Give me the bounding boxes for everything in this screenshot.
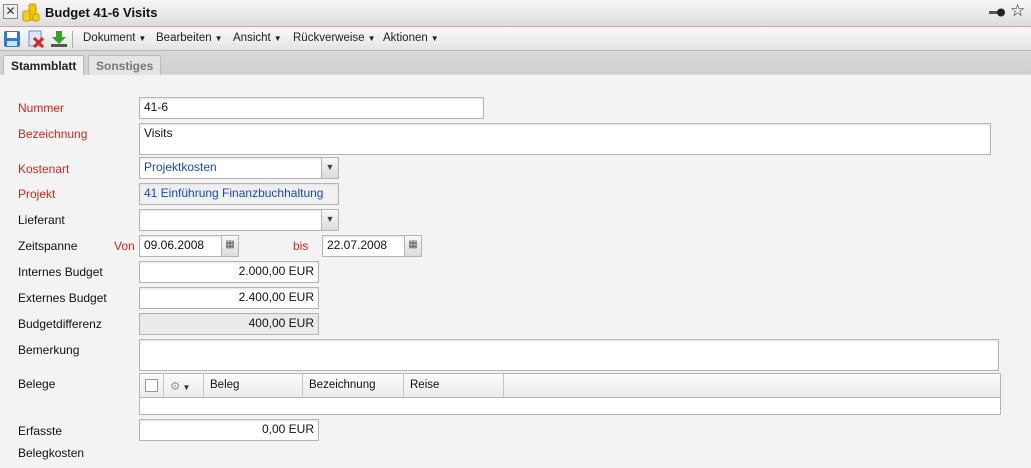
internes-budget-label: Internes Budget [18, 265, 103, 279]
calendar-icon[interactable]: ▦ [221, 236, 238, 256]
chevron-down-icon[interactable]: ▼ [321, 158, 338, 178]
menu-dokument[interactable]: Dokument ▼ [83, 32, 146, 44]
budgetdifferenz-value: 400,00 EUR [139, 313, 319, 335]
menu-aktionen[interactable]: Aktionen ▼ [383, 32, 439, 44]
select-all-checkbox[interactable] [140, 374, 164, 397]
externes-budget-input[interactable]: 2.400,00 EUR [139, 287, 319, 309]
tab-sonstiges[interactable]: Sonstiges [88, 55, 162, 75]
save-icon[interactable] [3, 30, 21, 48]
menu-ansicht[interactable]: Ansicht ▼ [233, 32, 282, 44]
bezeichnung-input[interactable]: Visits [139, 123, 991, 155]
column-bezeichnung[interactable]: Bezeichnung [303, 374, 404, 397]
von-date-input[interactable]: 09.06.2008 ▦ [139, 235, 239, 257]
bezeichnung-label: Bezeichnung [18, 127, 88, 141]
tab-stammblatt[interactable]: Stammblatt [3, 55, 85, 75]
kostenart-select[interactable]: Projektkosten ▼ [139, 157, 339, 179]
column-beleg[interactable]: Beleg [204, 374, 303, 397]
menu-bearbeiten[interactable]: Bearbeiten ▼ [156, 32, 223, 44]
window-title: Budget 41-6 Visits [45, 5, 158, 20]
projekt-label: Projekt [18, 187, 56, 201]
menu-rueckverweise[interactable]: Rückverweise ▼ [293, 32, 376, 44]
lieferant-select[interactable]: ▼ [139, 209, 339, 231]
bis-date-input[interactable]: 22.07.2008 ▦ [322, 235, 422, 257]
belege-grid: ⚙ ▼ Beleg Bezeichnung Reise [139, 373, 1001, 415]
bemerkung-input[interactable] [139, 339, 999, 371]
pin-icon[interactable] [988, 4, 1006, 20]
grid-header: ⚙ ▼ Beleg Bezeichnung Reise [140, 374, 1000, 398]
von-label: Von [114, 239, 135, 253]
delete-document-icon[interactable] [27, 30, 45, 49]
column-reise[interactable]: Reise [404, 374, 504, 397]
zeitspanne-label: Zeitspanne [18, 239, 78, 253]
nummer-label: Nummer [18, 101, 65, 115]
chevron-down-icon[interactable]: ▼ [321, 210, 338, 230]
lieferant-label: Lieferant [18, 213, 65, 227]
kostenart-value: Projektkosten [144, 160, 217, 174]
internes-budget-input[interactable]: 2.000,00 EUR [139, 261, 319, 283]
nummer-input[interactable]: 41-6 [139, 97, 484, 119]
bis-label: bis [293, 239, 309, 253]
star-icon[interactable]: ☆ [1010, 1, 1025, 21]
close-icon[interactable]: ✕ [3, 4, 18, 19]
bis-value: 22.07.2008 [327, 238, 388, 252]
bemerkung-label: Bemerkung [18, 343, 80, 357]
toolbar [0, 28, 1031, 51]
budgetdifferenz-label: Budgetdifferenz [18, 317, 102, 331]
budget-coins-icon [22, 3, 40, 22]
erfasste-label: Erfasste [18, 424, 63, 438]
belege-label: Belege [18, 377, 56, 391]
gear-menu-icon[interactable]: ⚙ ▼ [164, 374, 204, 397]
calendar-icon[interactable]: ▦ [404, 236, 421, 256]
belegkosten-label: Belegkosten [18, 446, 85, 460]
externes-budget-label: Externes Budget [18, 291, 107, 305]
kostenart-label: Kostenart [18, 162, 70, 176]
download-icon[interactable] [50, 30, 68, 48]
erfasste-belegkosten-value: 0,00 EUR [139, 419, 319, 441]
projekt-link[interactable]: 41 Einführung Finanzbuchhaltung [139, 183, 339, 205]
von-value: 09.06.2008 [144, 238, 205, 252]
toolbar-separator [72, 31, 73, 48]
